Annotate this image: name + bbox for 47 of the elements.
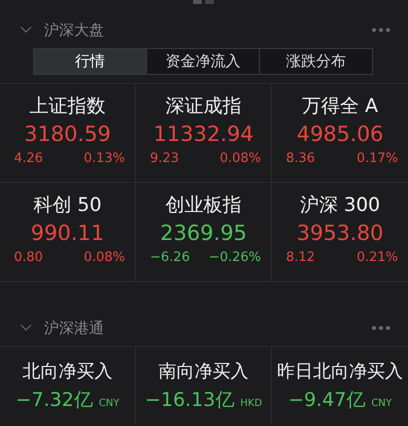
page-indicator-icon: [193, 0, 215, 4]
change-percent: −0.26%: [208, 249, 261, 267]
change-value: 9.23: [150, 150, 179, 168]
index-value: 990.11: [30, 220, 106, 247]
index-card[interactable]: 科创 50 990.11 0.80 0.08%: [0, 183, 136, 282]
more-icon[interactable]: [372, 28, 390, 32]
more-icon[interactable]: [372, 326, 390, 330]
currency-label: HKD: [240, 398, 262, 409]
change-percent: 0.21%: [356, 249, 398, 267]
index-name: 上证指数: [28, 94, 106, 119]
change-percent: 0.08%: [220, 150, 261, 168]
index-name: 科创 50: [32, 193, 103, 218]
change-percent: 0.13%: [84, 150, 125, 168]
change-value: 8.12: [286, 249, 315, 267]
tab[interactable]: 涨跌分布: [259, 49, 372, 74]
chevron-icon[interactable]: [20, 26, 32, 34]
change-value: −6.26: [150, 249, 190, 267]
currency-label: CNY: [371, 398, 392, 409]
currency-label: CNY: [98, 398, 120, 409]
index-value: 3180.59: [23, 121, 112, 148]
index-value: 4985.06: [296, 121, 384, 148]
flow-name: 南向净买入: [158, 360, 250, 384]
flow-value: −7.32亿: [16, 388, 93, 413]
index-value: 2369.95: [159, 220, 248, 247]
section-title: 沪深大盘: [44, 20, 105, 40]
section-title: 沪深港通: [44, 318, 105, 338]
index-name: 深证成指: [164, 94, 242, 119]
change-value: 4.26: [14, 150, 43, 168]
flow-name: 昨日北向净买入: [276, 360, 404, 384]
flow-name: 北向净买入: [22, 360, 114, 384]
index-value: 3953.80: [296, 220, 384, 247]
change-percent: 0.08%: [84, 249, 125, 267]
index-name: 沪深 300: [298, 193, 382, 218]
index-card[interactable]: 创业板指 2369.95 −6.26 −0.26%: [136, 183, 272, 282]
chevron-icon[interactable]: [20, 324, 32, 332]
index-card[interactable]: 上证指数 3180.59 4.26 0.13%: [0, 84, 136, 183]
index-card[interactable]: 深证成指 11332.94 9.23 0.08%: [136, 84, 272, 183]
index-name: 创业板指: [164, 193, 242, 218]
change-value: 8.36: [286, 150, 315, 168]
index-name: 万得全 A: [300, 94, 380, 119]
index-value: 11332.94: [152, 121, 255, 148]
tab[interactable]: 行情: [34, 49, 146, 74]
change-percent: 0.17%: [356, 150, 398, 168]
tab[interactable]: 资金净流入: [146, 49, 259, 74]
change-value: 0.80: [14, 249, 43, 267]
flow-value: −9.47亿: [288, 388, 366, 413]
flow-value: −16.13亿: [144, 388, 234, 413]
